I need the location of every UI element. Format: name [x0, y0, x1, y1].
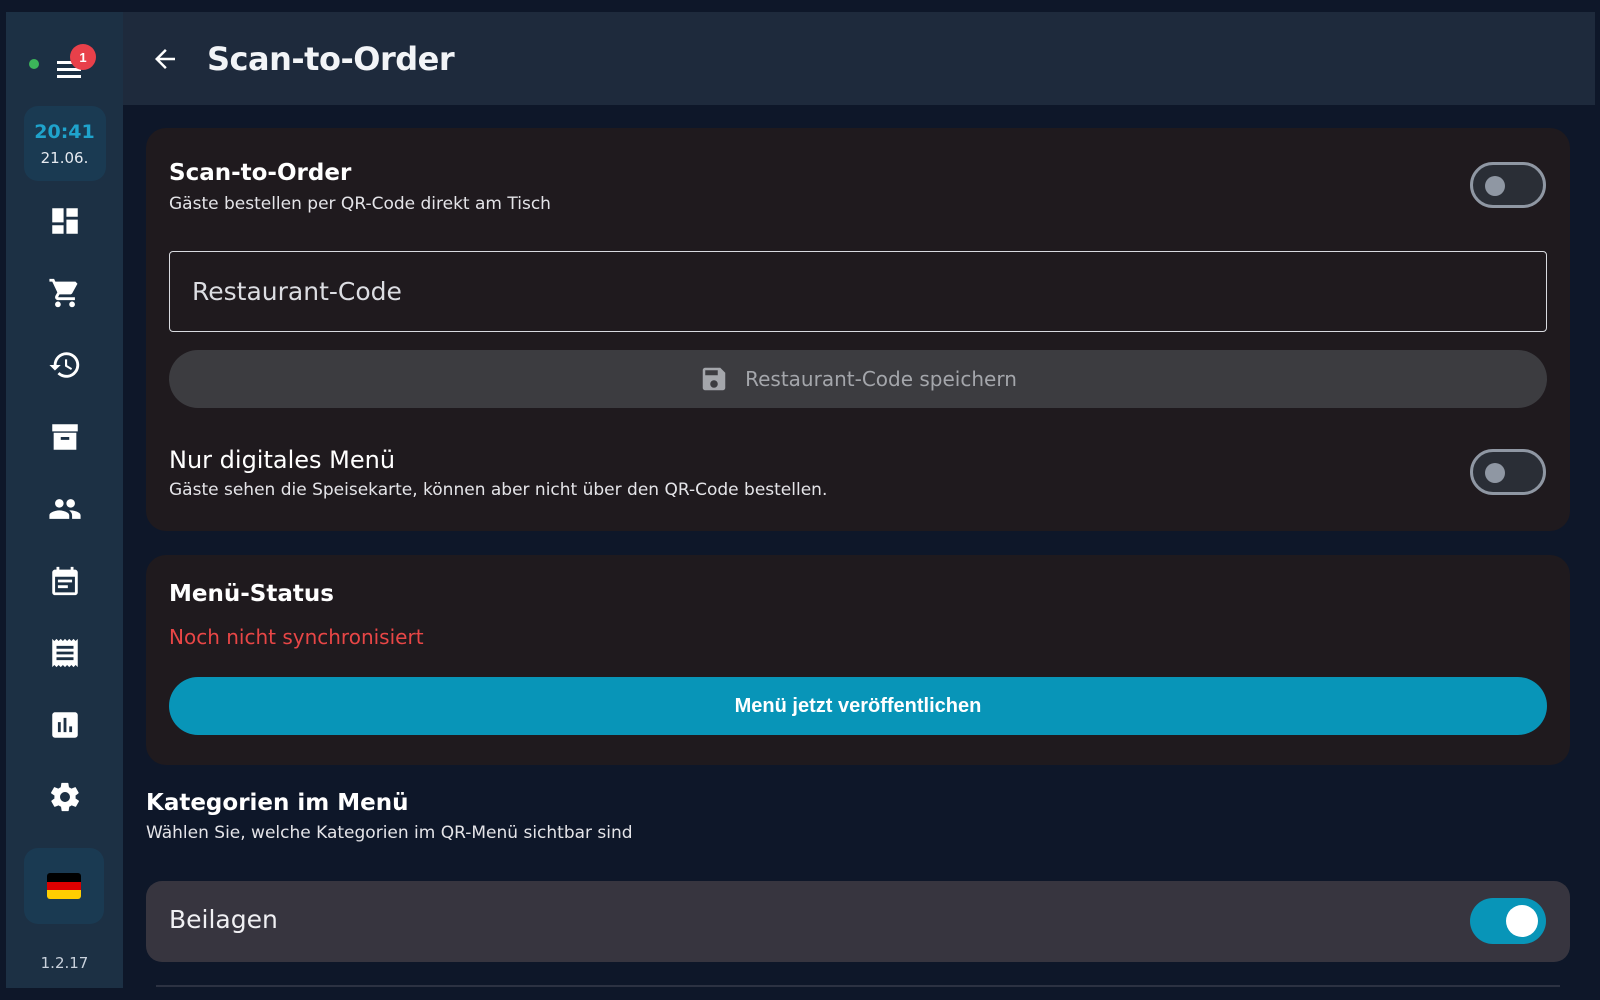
- chart-icon: [51, 712, 78, 738]
- dashboard-icon: [51, 208, 78, 234]
- german-flag-icon: [47, 873, 81, 899]
- publish-menu-label: Menü jetzt veröffentlichen: [734, 694, 982, 717]
- sidebar-item-receipts[interactable]: [33, 621, 97, 685]
- digital-menu-subtitle: Gäste sehen die Speisekarte, können aber…: [169, 480, 828, 500]
- sidebar-item-people[interactable]: [33, 477, 97, 541]
- toggle-knob: [1485, 176, 1505, 196]
- save-restaurant-code-label: Restaurant-Code speichern: [745, 367, 1017, 391]
- back-button[interactable]: [145, 39, 185, 79]
- scan-to-order-card: Scan-to-Order Gäste bestellen per QR-Cod…: [146, 128, 1570, 531]
- sidebar-item-settings[interactable]: [33, 765, 97, 829]
- divider: [156, 985, 1560, 987]
- sidebar-item-history[interactable]: [33, 333, 97, 397]
- page-header: Scan-to-Order: [123, 12, 1595, 105]
- toggle-knob: [1506, 905, 1538, 937]
- category-beilagen-toggle[interactable]: [1470, 898, 1546, 944]
- app-version: 1.2.17: [40, 954, 89, 972]
- menu-status-title: Menü-Status: [169, 581, 334, 607]
- categories-subtitle: Wählen Sie, welche Kategorien im QR-Menü…: [146, 823, 633, 843]
- scan-to-order-toggle[interactable]: [1470, 162, 1546, 208]
- menu-status-text: Noch nicht synchronisiert: [169, 625, 424, 649]
- page-title: Scan-to-Order: [207, 39, 455, 78]
- digital-menu-toggle[interactable]: [1470, 449, 1546, 495]
- sidebar-item-calendar[interactable]: [33, 549, 97, 613]
- menu-status-card: Menü-Status Noch nicht synchronisiert Me…: [146, 555, 1570, 765]
- notification-badge: 1: [70, 44, 96, 70]
- cart-icon: [48, 278, 77, 308]
- sidebar-item-reports[interactable]: [33, 693, 97, 757]
- restaurant-code-input[interactable]: [169, 251, 1547, 332]
- save-restaurant-code-button[interactable]: Restaurant-Code speichern: [169, 350, 1547, 408]
- people-icon: [48, 499, 81, 519]
- scan-to-order-subtitle: Gäste bestellen per QR-Code direkt am Ti…: [169, 194, 551, 214]
- sidebar-top: 1: [6, 12, 123, 106]
- archive-icon: [51, 424, 78, 450]
- digital-menu-title: Nur digitales Menü: [169, 446, 396, 474]
- receipt-icon: [51, 638, 78, 668]
- category-label: Beilagen: [169, 905, 278, 934]
- online-status-dot: [29, 59, 39, 69]
- digital-menu-heading: Nur digitales Menü Gäste sehen die Speis…: [169, 446, 827, 500]
- sidebar-item-dashboard[interactable]: [33, 189, 97, 253]
- publish-menu-button[interactable]: Menü jetzt veröffentlichen: [169, 677, 1547, 735]
- arrow-left-icon: [155, 48, 175, 69]
- calendar-icon: [51, 566, 78, 596]
- categories-title: Kategorien im Menü: [146, 790, 409, 816]
- clock-date: 21.06.: [40, 148, 89, 167]
- scan-to-order-title: Scan-to-Order: [169, 160, 352, 186]
- gear-icon: [50, 782, 79, 812]
- sidebar-item-cart[interactable]: [33, 261, 97, 325]
- sidebar: 1 20:41 21.06. 1.2.17: [6, 12, 123, 988]
- clock: 20:41 21.06.: [23, 106, 106, 181]
- clock-time: 20:41: [34, 120, 95, 143]
- toggle-knob: [1485, 463, 1505, 483]
- scan-to-order-heading: Scan-to-Order Gäste bestellen per QR-Cod…: [169, 160, 551, 214]
- sidebar-item-archive[interactable]: [33, 405, 97, 469]
- save-icon: [702, 367, 726, 391]
- language-selector[interactable]: [24, 848, 104, 924]
- category-row: Beilagen: [146, 881, 1570, 962]
- history-icon: [48, 352, 79, 378]
